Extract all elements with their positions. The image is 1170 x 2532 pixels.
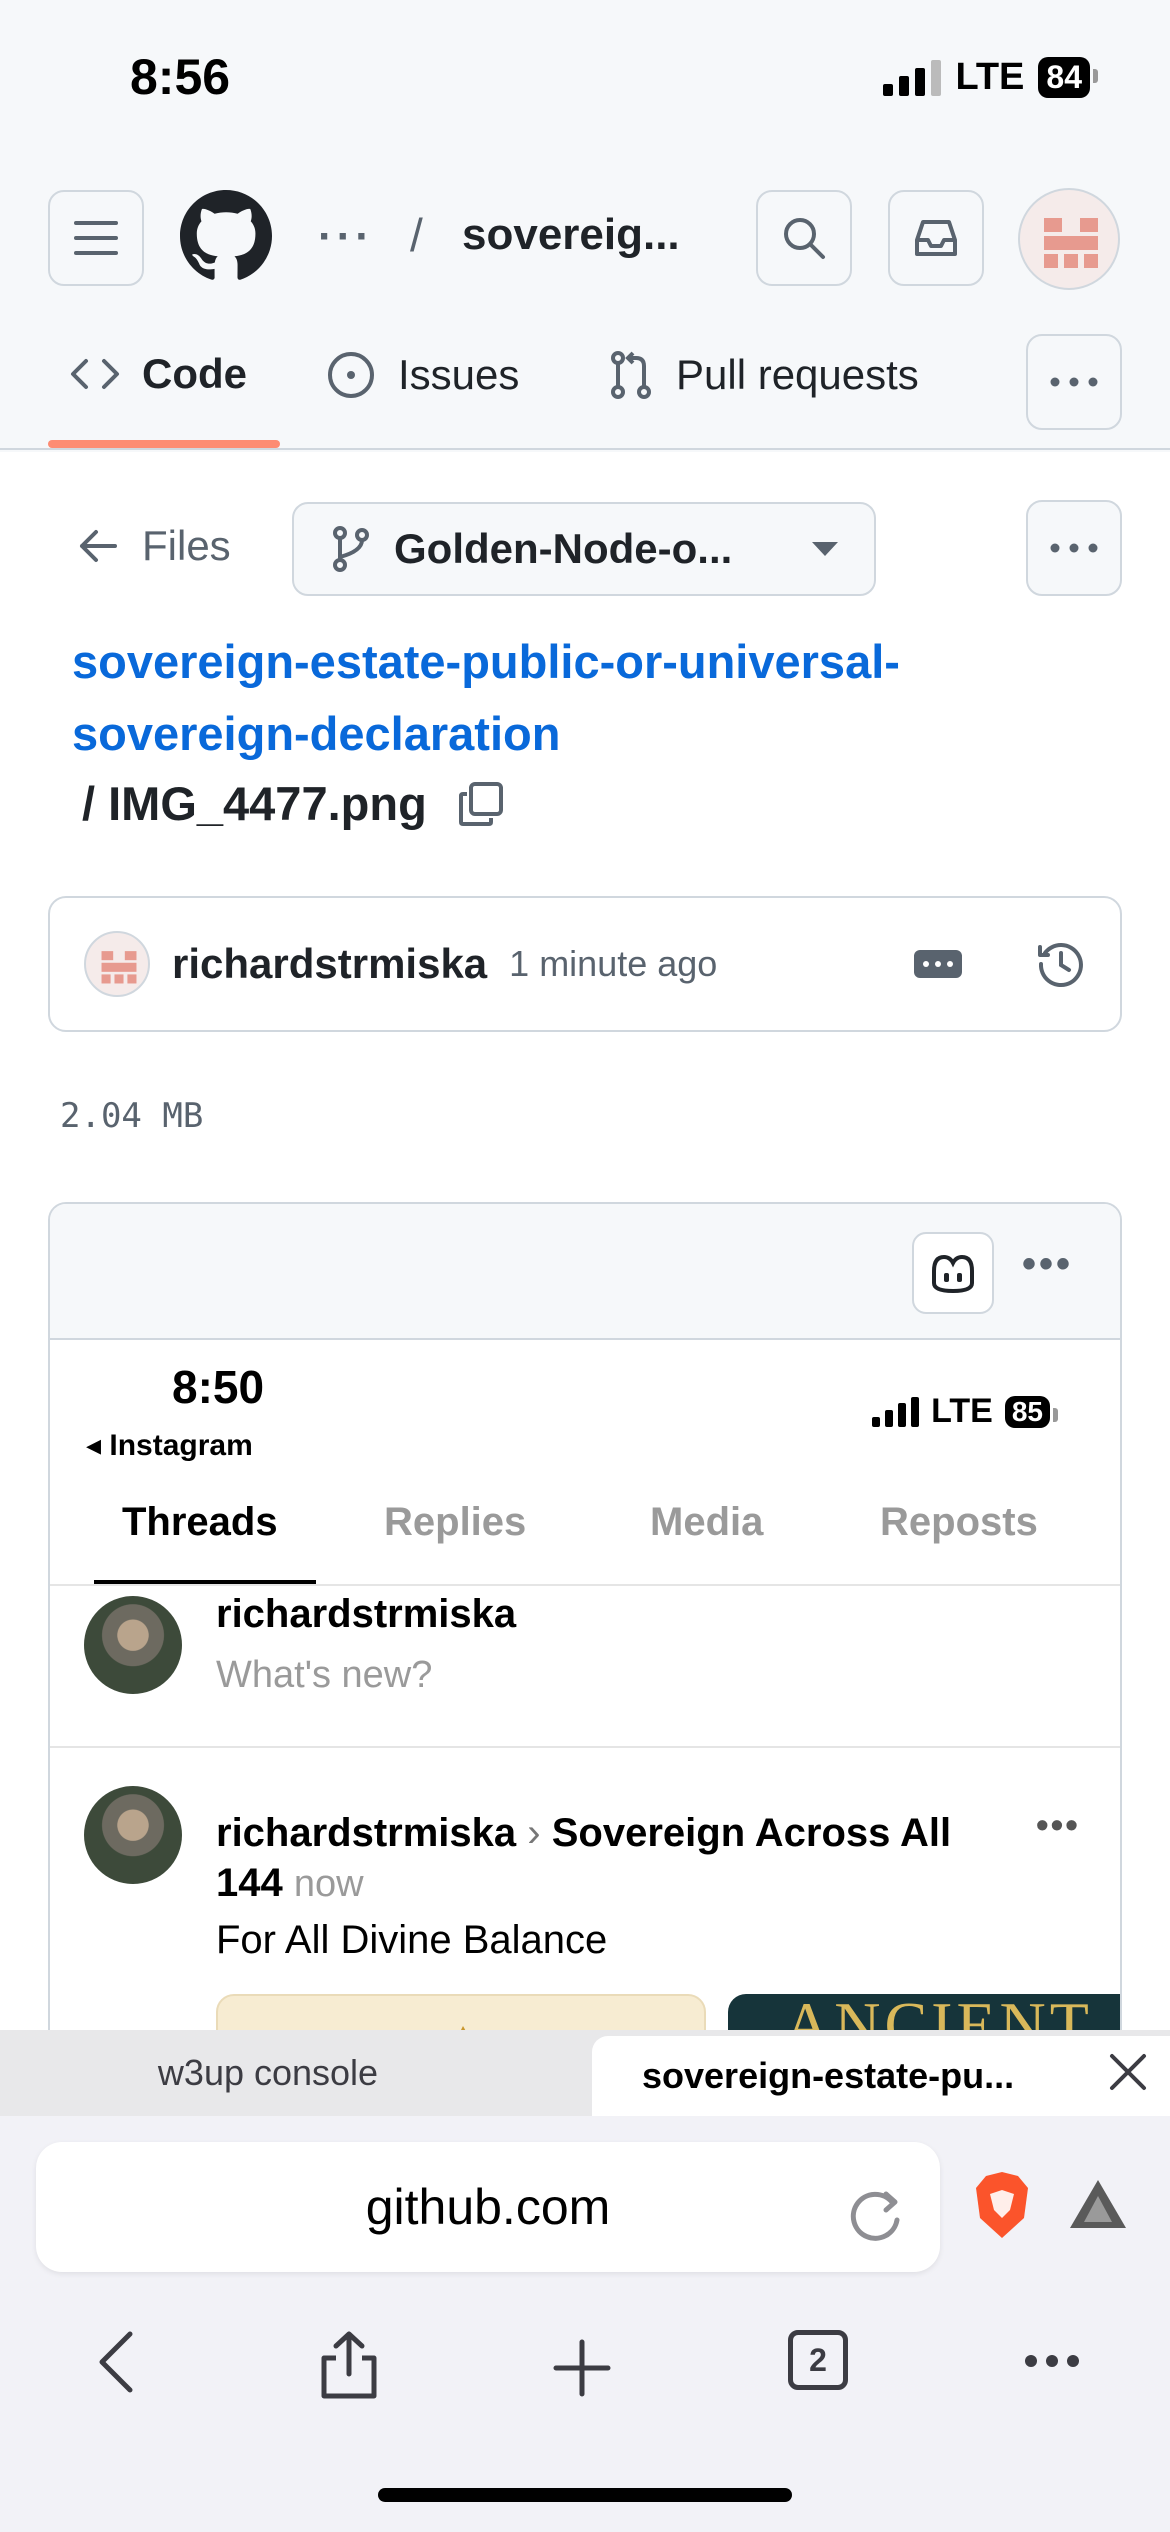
triangle-down-icon <box>812 542 838 556</box>
file-size: 2.04 MB <box>60 1096 204 1136</box>
image-status-indicators: LTE 85 <box>872 1392 1059 1431</box>
latest-commit: richardstrmiska 1 minute ago <box>48 896 1122 1032</box>
image-composer-placeholder: What's new? <box>216 1654 433 1696</box>
close-icon[interactable] <box>1106 2050 1150 2094</box>
image-status-time: 8:50 <box>172 1361 265 1413</box>
address-bar[interactable]: github.com <box>36 2142 940 2272</box>
address-bar-url: github.com <box>365 2179 611 2235</box>
path-separator: / <box>82 777 96 830</box>
copilot-button[interactable] <box>912 1232 994 1314</box>
tab-pull-requests[interactable]: Pull requests <box>608 350 919 400</box>
commit-time: 1 minute ago <box>509 943 718 984</box>
tab-issues[interactable]: Issues <box>326 350 519 400</box>
inbox-button[interactable] <box>888 190 984 286</box>
breadcrumb-folder-link[interactable]: sovereign-estate-public-or-universal-sov… <box>72 626 1072 770</box>
home-indicator <box>378 2488 792 2502</box>
hamburger-icon <box>74 221 118 255</box>
repo-nav-more-button[interactable] <box>1026 334 1122 430</box>
inbox-icon <box>915 220 957 256</box>
network-label: LTE <box>955 56 1025 98</box>
tab-code[interactable]: Code <box>70 350 247 398</box>
tabs-button[interactable]: 2 <box>788 2330 848 2390</box>
new-tab-icon[interactable] <box>552 2338 612 2398</box>
image-post-user: richardstrmiska <box>216 1811 517 1855</box>
github-logo[interactable] <box>180 190 276 286</box>
git-branch-icon <box>333 526 369 572</box>
commit-message-toggle[interactable] <box>914 950 962 978</box>
branch-selector[interactable]: Golden-Node-o... <box>292 502 876 596</box>
reload-icon[interactable] <box>840 2180 910 2250</box>
image-post-time: now <box>293 1863 364 1905</box>
status-time: 8:56 <box>130 49 231 105</box>
image-network-label: LTE <box>931 1392 993 1430</box>
browser-tab-w3up[interactable]: w3up console <box>0 2030 536 2116</box>
chevron-right-icon: › <box>527 1811 541 1855</box>
arrow-left-icon <box>80 530 117 562</box>
image-tab-threads: Threads <box>122 1500 278 1544</box>
status-indicators: LTE 84 <box>883 56 1098 99</box>
image-preview: ••• 8:50 ◂ Instagram LTE 85 Threads Repl… <box>48 1202 1122 2062</box>
github-mark-icon <box>180 190 272 280</box>
identicon-icon <box>101 951 137 984</box>
kebab-horizontal-icon <box>1050 377 1098 387</box>
repo-nav: Code Issues Pull requests <box>0 330 1170 450</box>
breadcrumb-separator: / <box>410 209 423 261</box>
file-name: IMG_4477.png <box>108 777 427 830</box>
copilot-icon <box>932 1254 974 1294</box>
more-options-icon[interactable] <box>1024 2354 1080 2368</box>
image-composer-user: richardstrmiska <box>216 1592 517 1636</box>
browser-toolbar: github.com 2 <box>0 2116 1170 2532</box>
identicon-icon <box>1044 218 1098 268</box>
back-icon[interactable] <box>96 2330 136 2394</box>
image-tab-reposts: Reposts <box>880 1500 1038 1544</box>
image-divider <box>50 1746 1120 1748</box>
search-icon <box>784 218 825 259</box>
image-profile-picture <box>84 1786 182 1884</box>
tab-issues-label: Issues <box>398 351 520 398</box>
browser-tab-active[interactable]: sovereign-estate-pu... <box>592 2036 1170 2116</box>
history-icon[interactable] <box>1036 939 1086 989</box>
files-back-label: Files <box>142 522 231 569</box>
file-more-button[interactable] <box>1026 500 1122 596</box>
code-icon <box>71 359 119 389</box>
battery-icon: 84 <box>1038 57 1098 98</box>
breadcrumb-file: / IMG_4477.png <box>82 776 505 831</box>
commit-avatar[interactable] <box>84 931 150 997</box>
kebab-horizontal-icon <box>1050 543 1098 553</box>
breadcrumb-overflow[interactable]: ··· <box>318 212 374 262</box>
screenshot-image: 8:50 ◂ Instagram LTE 85 Threads Replies … <box>50 1340 1120 2060</box>
menu-button[interactable] <box>48 190 144 286</box>
image-post-more-icon: ••• <box>1036 1804 1080 1845</box>
image-back-app: ◂ Instagram <box>86 1429 253 1462</box>
image-profile-picture <box>84 1596 182 1694</box>
active-tab-indicator <box>48 440 280 448</box>
repo-name[interactable]: sovereig... <box>462 210 680 260</box>
signal-icon <box>883 59 942 96</box>
tab-code-label: Code <box>142 350 247 397</box>
image-tab-media: Media <box>650 1500 764 1544</box>
image-tab-replies: Replies <box>384 1500 527 1544</box>
battery-icon: 85 <box>1004 1395 1059 1428</box>
copy-icon[interactable] <box>457 780 505 828</box>
browser-tab-bar: w3up console sovereign-estate-pu... <box>0 2030 1170 2116</box>
brave-rewards-icon[interactable] <box>1066 2176 1130 2232</box>
pull-request-icon <box>611 351 651 399</box>
tab-count: 2 <box>809 2341 827 2378</box>
preview-more-button[interactable]: ••• <box>1022 1242 1073 1287</box>
image-tab-indicator <box>94 1580 316 1584</box>
signal-icon <box>872 1396 920 1427</box>
commit-author[interactable]: richardstrmiska <box>172 940 487 988</box>
image-profile-tabs: Threads Replies Media Reposts <box>50 1490 1120 1586</box>
branch-name: Golden-Node-o... <box>394 525 733 572</box>
share-icon[interactable] <box>318 2330 380 2400</box>
search-button[interactable] <box>756 190 852 286</box>
image-post-body: For All Divine Balance <box>216 1918 608 1962</box>
user-avatar[interactable] <box>1018 188 1120 290</box>
brave-shields-icon[interactable] <box>972 2170 1032 2240</box>
issue-icon <box>328 352 374 398</box>
image-post-header: richardstrmiska › Sovereign Across All 1… <box>216 1808 996 1909</box>
files-back-button[interactable]: Files <box>78 522 231 570</box>
tab-pull-requests-label: Pull requests <box>676 351 919 398</box>
preview-header: ••• <box>50 1204 1120 1340</box>
